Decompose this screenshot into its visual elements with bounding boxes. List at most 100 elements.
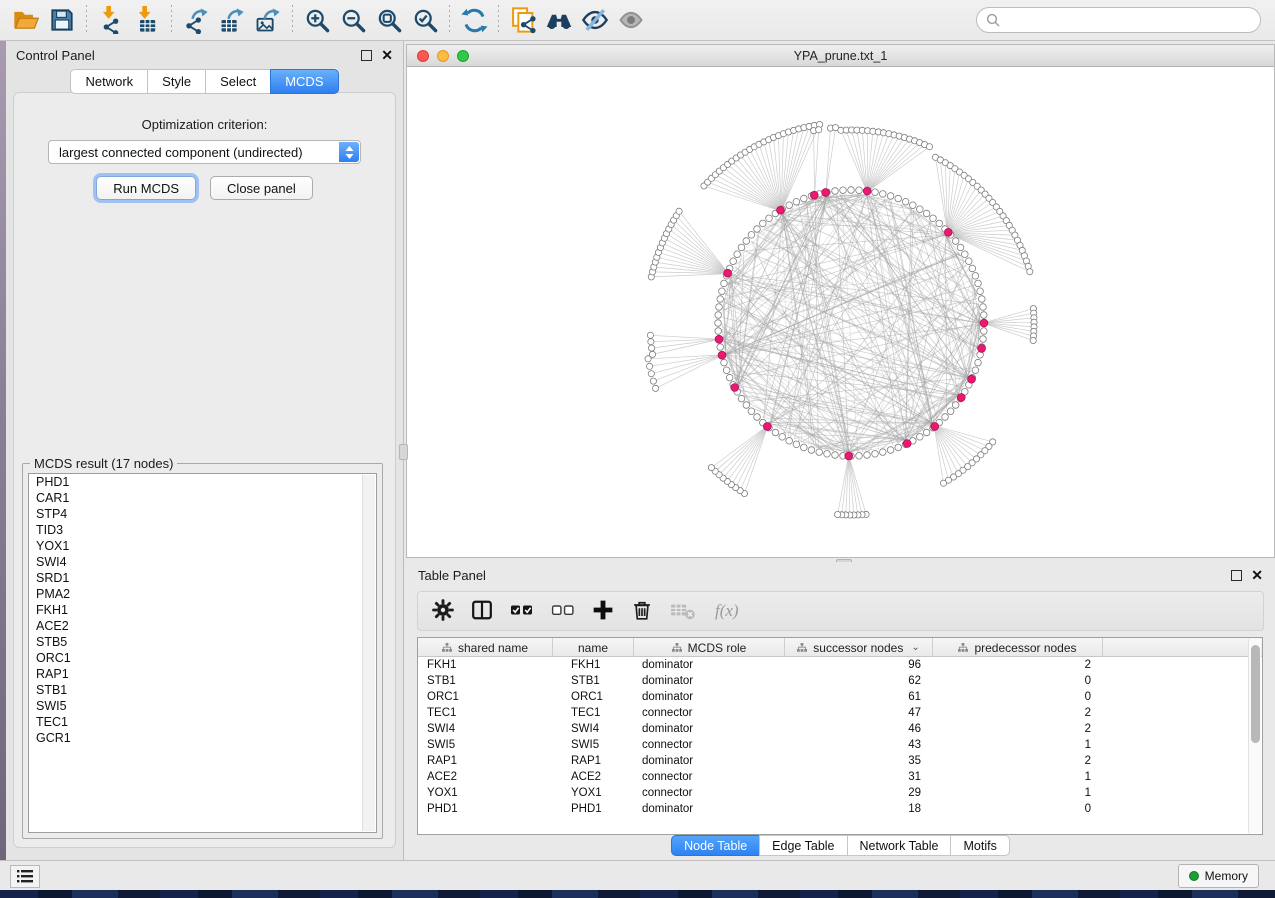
float-panel-icon[interactable] [361, 50, 372, 61]
close-table-panel-icon[interactable]: ✕ [1251, 570, 1263, 581]
zoom-fit-button[interactable] [371, 3, 407, 37]
table-settings-button[interactable] [432, 599, 454, 624]
mcds-result-item[interactable]: PMA2 [29, 586, 376, 602]
select-all-button[interactable] [510, 599, 534, 624]
table-row[interactable]: YOX1YOX1connector291 [418, 785, 1262, 801]
table-row[interactable]: SWI4SWI4dominator462 [418, 721, 1262, 737]
close-panel-button[interactable]: Close panel [210, 176, 313, 200]
cell-shared-name: TEC1 [418, 707, 553, 719]
search-input[interactable] [1000, 10, 1260, 30]
mcds-result-item[interactable]: CAR1 [29, 490, 376, 506]
optimization-criterion-value: largest connected component (undirected) [59, 145, 303, 160]
column-header-predecessor-nodes[interactable]: predecessor nodes [933, 638, 1103, 657]
tab-mcds[interactable]: MCDS [270, 69, 338, 94]
optimization-criterion-select[interactable]: largest connected component (undirected) [48, 140, 361, 164]
table-row[interactable]: PHD1PHD1dominator180 [418, 801, 1262, 817]
cell-successor-nodes: 35 [785, 755, 933, 767]
mcds-result-item[interactable]: STB1 [29, 682, 376, 698]
import-network-button[interactable] [93, 3, 129, 37]
column-layout-button[interactable] [471, 599, 493, 624]
first-neighbors-button[interactable] [541, 3, 577, 37]
mcds-result-item[interactable]: STB5 [29, 634, 376, 650]
tab-node-table[interactable]: Node Table [671, 835, 759, 856]
mcds-result-item[interactable]: TID3 [29, 522, 376, 538]
mcds-result-item[interactable]: STP4 [29, 506, 376, 522]
mcds-result-item[interactable]: FKH1 [29, 602, 376, 618]
network-graph[interactable] [407, 67, 1274, 557]
table-row[interactable]: SWI5SWI5connector431 [418, 737, 1262, 753]
zoom-out-button[interactable] [335, 3, 371, 37]
column-header-successor-nodes[interactable]: successor nodes⌄ [785, 638, 933, 657]
table-row[interactable]: ORC1ORC1dominator610 [418, 689, 1262, 705]
network-canvas[interactable] [407, 67, 1274, 557]
column-header-MCDS-role[interactable]: MCDS role [634, 638, 785, 657]
zoom-selected-button[interactable] [407, 3, 443, 37]
delete-selection-button[interactable] [631, 599, 653, 624]
table-row[interactable]: STB1STB1dominator620 [418, 673, 1262, 689]
show-all-icon [617, 6, 645, 34]
cell-predecessor-nodes: 0 [933, 691, 1103, 703]
mcds-list-scrollbar[interactable] [362, 475, 375, 831]
float-table-panel-icon[interactable] [1231, 570, 1242, 581]
search-box[interactable] [976, 7, 1261, 33]
deselect-all-button[interactable] [551, 599, 575, 624]
mcds-result-item[interactable]: PHD1 [29, 474, 376, 490]
tab-edge-table[interactable]: Edge Table [759, 835, 846, 856]
mcds-result-item[interactable]: ORC1 [29, 650, 376, 666]
export-table-button[interactable] [214, 3, 250, 37]
table-header-row: shared namenameMCDS rolesuccessor nodes⌄… [418, 638, 1262, 657]
clone-network-button[interactable] [505, 3, 541, 37]
column-header-shared-name[interactable]: shared name [418, 638, 553, 657]
toolbar-separator [86, 5, 87, 35]
tab-network[interactable]: Network [70, 69, 147, 94]
task-history-button[interactable] [10, 865, 40, 888]
run-mcds-button[interactable]: Run MCDS [96, 176, 196, 200]
tab-network-table[interactable]: Network Table [847, 835, 951, 856]
export-network-button[interactable] [178, 3, 214, 37]
table-row[interactable]: FKH1FKH1dominator962 [418, 657, 1262, 673]
mcds-result-item[interactable]: GCR1 [29, 730, 376, 746]
cell-shared-name: RAP1 [418, 755, 553, 767]
memory-button[interactable]: Memory [1178, 864, 1259, 888]
zoom-out-icon [340, 7, 367, 34]
mcds-result-item[interactable]: SWI5 [29, 698, 376, 714]
mcds-result-item[interactable]: SRD1 [29, 570, 376, 586]
add-column-button[interactable] [592, 599, 614, 624]
mcds-result-item[interactable]: RAP1 [29, 666, 376, 682]
mcds-result-list[interactable]: PHD1CAR1STP4TID3YOX1SWI4SRD1PMA2FKH1ACE2… [28, 473, 377, 833]
close-panel-icon[interactable]: ✕ [381, 50, 393, 61]
save-session-button[interactable] [44, 3, 80, 37]
table-row[interactable]: ACE2ACE2connector311 [418, 769, 1262, 785]
mcds-result-item[interactable]: YOX1 [29, 538, 376, 554]
memory-label: Memory [1205, 869, 1248, 883]
cell-shared-name: FKH1 [418, 659, 553, 671]
export-network-icon [182, 6, 210, 34]
export-image-button[interactable] [250, 3, 286, 37]
table-row[interactable]: RAP1RAP1dominator352 [418, 753, 1262, 769]
network-titlebar[interactable]: YPA_prune.txt_1 [407, 45, 1274, 67]
tab-motifs[interactable]: Motifs [950, 835, 1009, 856]
mcds-result-item[interactable]: TEC1 [29, 714, 376, 730]
sort-desc-icon: ⌄ [911, 642, 919, 653]
hide-selected-button[interactable] [577, 3, 613, 37]
refresh-button[interactable] [456, 3, 492, 37]
cell-name: ACE2 [553, 771, 634, 783]
mcds-result-item[interactable]: SWI4 [29, 554, 376, 570]
import-table-button[interactable] [129, 3, 165, 37]
delete-table-icon [670, 599, 696, 624]
mcds-result-item[interactable]: ACE2 [29, 618, 376, 634]
table-scrollbar-thumb[interactable] [1251, 645, 1260, 743]
cell-MCDS-role: connector [634, 787, 785, 799]
zoom-in-button[interactable] [299, 3, 335, 37]
cell-name: STB1 [553, 675, 634, 687]
toolbar-separator [292, 5, 293, 35]
column-header-name[interactable]: name [553, 638, 634, 657]
open-file-button[interactable] [8, 3, 44, 37]
tab-style[interactable]: Style [147, 69, 205, 94]
table-scrollbar[interactable] [1248, 639, 1261, 833]
cell-shared-name: PHD1 [418, 803, 553, 815]
control-panel: Control Panel ✕ NetworkStyleSelectMCDS O… [6, 41, 404, 860]
vertical-splitter-grip[interactable] [399, 444, 408, 460]
tab-select[interactable]: Select [205, 69, 270, 94]
table-row[interactable]: TEC1TEC1connector472 [418, 705, 1262, 721]
